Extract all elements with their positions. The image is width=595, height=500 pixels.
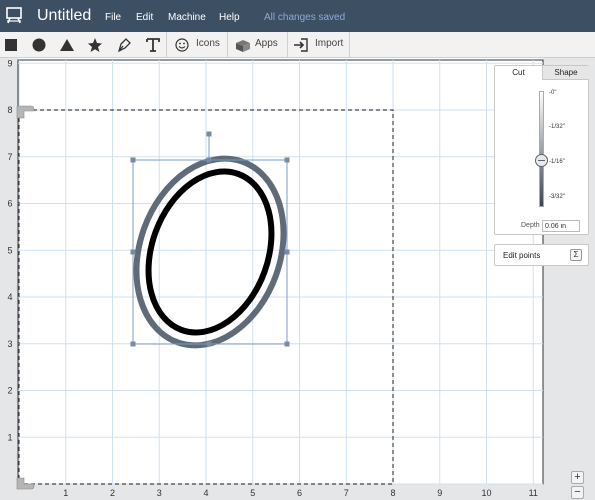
depth-slider-thumb[interactable] bbox=[535, 154, 548, 167]
toolbar-divider bbox=[287, 32, 288, 58]
y-ruler-tick-label: 8 bbox=[7, 105, 12, 115]
resize-handle[interactable] bbox=[206, 341, 212, 347]
depth-tick-label: -1/32" bbox=[549, 124, 565, 130]
cut-settings-panel: Cut Shape -0" -1/32" -1/16" -3/32" Depth bbox=[494, 65, 589, 235]
x-ruler-tick-label: 4 bbox=[203, 488, 208, 498]
edit-points-toggle-button[interactable]: Σ bbox=[570, 249, 582, 261]
rotation-handle[interactable] bbox=[206, 131, 212, 137]
y-ruler-tick-label: 9 bbox=[7, 58, 12, 68]
box-icon bbox=[236, 40, 250, 52]
triangle-tool-button[interactable] bbox=[59, 35, 75, 55]
zoom-in-button[interactable]: + bbox=[571, 471, 584, 484]
x-ruler-tick-label: 11 bbox=[529, 488, 538, 498]
depth-input[interactable] bbox=[542, 220, 580, 232]
x-ruler-tick-label: 5 bbox=[250, 488, 255, 498]
edit-points-label: Edit points bbox=[503, 251, 541, 260]
app-logo-icon[interactable] bbox=[6, 7, 22, 24]
icons-label: Icons bbox=[196, 38, 220, 49]
y-ruler-tick-label: 1 bbox=[7, 432, 12, 442]
material-area bbox=[17, 59, 544, 485]
import-button[interactable]: Import bbox=[293, 35, 349, 55]
x-ruler-tick-label: 3 bbox=[157, 488, 162, 498]
depth-tick-label: -1/16" bbox=[549, 159, 565, 165]
x-ruler-tick-label: 10 bbox=[481, 488, 491, 498]
circle-tool-button[interactable] bbox=[31, 35, 47, 55]
apps-label: Apps bbox=[255, 38, 278, 49]
depth-tick-label: -3/32" bbox=[549, 194, 565, 200]
square-icon bbox=[5, 39, 17, 51]
y-ruler-tick-label: 2 bbox=[7, 386, 12, 396]
pen-tool-button[interactable] bbox=[116, 35, 132, 55]
resize-handle[interactable] bbox=[284, 249, 290, 255]
resize-handle[interactable] bbox=[206, 157, 212, 163]
save-status: All changes saved bbox=[264, 12, 346, 23]
depth-tick-label: -0" bbox=[549, 90, 557, 96]
menu-file[interactable]: File bbox=[105, 12, 121, 23]
toolbar-divider bbox=[227, 32, 228, 58]
document-title[interactable]: Untitled bbox=[37, 7, 91, 25]
x-ruler-tick-label: 1 bbox=[63, 488, 68, 498]
depth-label: Depth bbox=[521, 222, 540, 229]
resize-handle[interactable] bbox=[130, 341, 136, 347]
resize-handle[interactable] bbox=[130, 249, 136, 255]
resize-handle[interactable] bbox=[284, 157, 290, 163]
import-label: Import bbox=[315, 38, 344, 49]
circle-icon bbox=[32, 38, 46, 52]
y-ruler-tick-label: 4 bbox=[7, 292, 12, 302]
x-ruler-tick-label: 8 bbox=[390, 488, 395, 498]
zoom-out-button[interactable]: − bbox=[571, 486, 584, 499]
x-ruler-tick-label: 7 bbox=[344, 488, 349, 498]
text-icon bbox=[146, 38, 160, 52]
pen-icon bbox=[117, 38, 131, 53]
menu-edit[interactable]: Edit bbox=[136, 12, 153, 23]
y-ruler-tick-label: 7 bbox=[7, 152, 12, 162]
x-ruler-tick-label: 2 bbox=[110, 488, 115, 498]
x-ruler-tick-label: 9 bbox=[437, 488, 442, 498]
tab-shape[interactable]: Shape bbox=[542, 66, 589, 80]
resize-handle[interactable] bbox=[284, 341, 290, 347]
apps-button[interactable]: Apps bbox=[234, 35, 284, 55]
tab-cut[interactable]: Cut bbox=[495, 66, 542, 80]
toolbar: Icons Apps Import bbox=[0, 32, 595, 58]
menu-help[interactable]: Help bbox=[219, 12, 240, 23]
depth-slider-track[interactable] bbox=[539, 91, 544, 207]
y-ruler-tick-label: 5 bbox=[7, 245, 12, 255]
app-header: Untitled File Edit Machine Help All chan… bbox=[0, 0, 595, 32]
smiley-icon bbox=[175, 38, 189, 52]
y-ruler-tick-label: 6 bbox=[7, 199, 12, 209]
icons-button[interactable]: Icons bbox=[174, 35, 222, 55]
text-tool-button[interactable] bbox=[145, 35, 161, 55]
x-ruler-tick-label: 6 bbox=[297, 488, 302, 498]
y-ruler-tick-label: 3 bbox=[7, 339, 12, 349]
edit-points-panel: Edit points Σ bbox=[494, 244, 589, 266]
square-tool-button[interactable] bbox=[4, 35, 18, 55]
star-tool-button[interactable] bbox=[87, 35, 103, 55]
star-icon bbox=[88, 38, 102, 52]
resize-handle[interactable] bbox=[130, 157, 136, 163]
triangle-icon bbox=[60, 39, 74, 51]
toolbar-divider bbox=[349, 32, 350, 58]
import-icon bbox=[294, 38, 308, 52]
toolbar-divider bbox=[166, 32, 167, 58]
menu-machine[interactable]: Machine bbox=[168, 12, 206, 23]
